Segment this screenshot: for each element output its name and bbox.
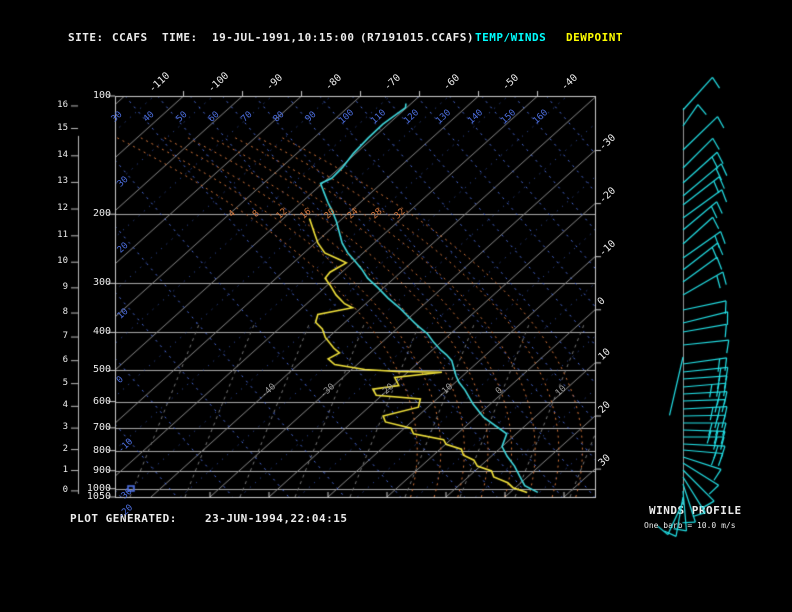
pressure-tick-label: 500	[92, 364, 111, 376]
pressure-tick-label: 400	[92, 326, 111, 338]
pressure-tick-label: 900	[92, 464, 111, 476]
skewt-canvas	[0, 0, 792, 612]
pressure-tick-label: 600	[92, 395, 111, 407]
height-km-tick-label: 14	[57, 149, 68, 160]
pressure-tick-label: 200	[92, 208, 111, 220]
height-km-tick-label: 16	[57, 99, 68, 110]
height-km-tick-label: 4	[62, 400, 68, 411]
skewt-screen: { "header": { "site_label": "SITE:", "si…	[0, 0, 792, 612]
height-km-tick-label: 8	[62, 307, 68, 318]
pressure-tick-label: 700	[92, 421, 111, 433]
pressure-tick-label: 100	[92, 90, 111, 101]
height-km-tick-label: 6	[62, 354, 68, 365]
height-km-tick-label: 9	[62, 281, 68, 292]
height-km-tick-label: 10	[57, 256, 68, 267]
pressure-tick-label: 800	[92, 444, 111, 456]
height-km-tick-label: 11	[57, 229, 68, 240]
height-km-tick-label: 0	[62, 484, 68, 495]
height-km-tick-label: 12	[57, 203, 68, 214]
pressure-tick-label: 1050	[86, 491, 111, 503]
height-km-tick-label: 13	[57, 176, 68, 187]
height-km-tick-label: 15	[57, 122, 68, 133]
height-km-tick-label: 7	[62, 331, 68, 342]
height-km-tick-label: 2	[62, 443, 68, 454]
height-km-tick-label: 3	[62, 422, 68, 433]
height-km-tick-label: 1	[62, 464, 68, 475]
height-km-tick-label: 5	[62, 377, 68, 388]
pressure-tick-label: 300	[92, 277, 111, 289]
